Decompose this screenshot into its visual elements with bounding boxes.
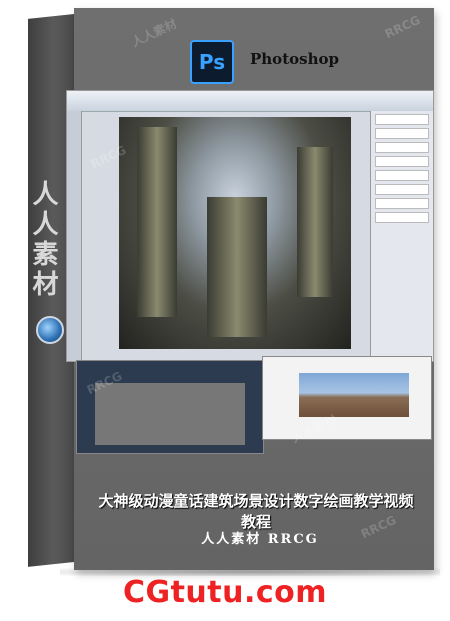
layer-row — [375, 184, 429, 195]
spine-label: 人人素材 — [28, 180, 58, 300]
site-watermark: CGtutu.com — [122, 575, 328, 610]
layer-row — [375, 142, 429, 153]
reference-photo — [299, 373, 409, 417]
photoshop-logo-icon: Ps — [190, 40, 234, 84]
product-title: 大神级动漫童话建筑场景设计数字绘画教学视频教程 — [98, 492, 414, 531]
tools-panel — [67, 111, 82, 361]
app-toolbar — [67, 91, 433, 112]
layer-row — [375, 128, 429, 139]
layer-row — [375, 114, 429, 125]
product-subtitle: 人人素材 RRCG — [201, 532, 319, 547]
layer-row — [375, 212, 429, 223]
spine-logo-icon — [36, 316, 64, 344]
layer-row — [375, 170, 429, 181]
layer-row — [375, 198, 429, 209]
screenshot-main — [66, 90, 434, 362]
product-name: Photoshop — [250, 50, 339, 68]
layers-panel — [370, 111, 433, 361]
artwork-canvas — [119, 117, 351, 349]
layer-row — [375, 156, 429, 167]
pillar-right — [297, 147, 333, 297]
sketch-canvas — [95, 383, 245, 445]
screenshot-photo — [262, 356, 432, 440]
tower-center — [207, 197, 267, 337]
pillar-left — [137, 127, 177, 317]
